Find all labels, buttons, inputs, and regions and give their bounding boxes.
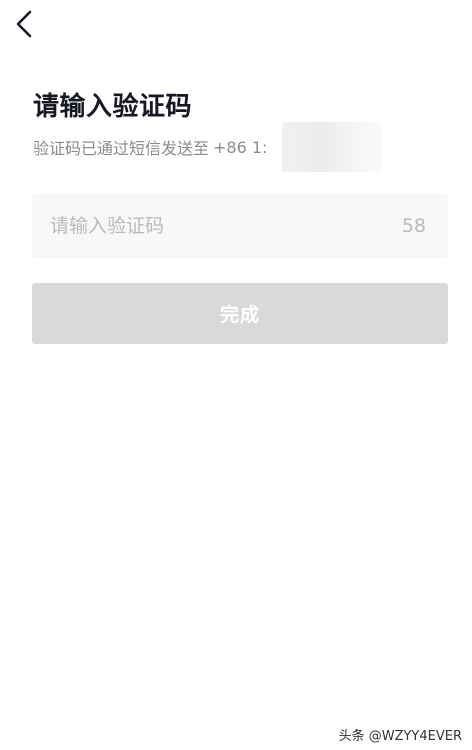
resend-countdown: 58: [401, 215, 426, 237]
watermark: 头条 @WZYY4EVER: [338, 729, 462, 744]
verification-screen: 请输入验证码 验证码已通过短信发送至 +86 1: 58 完成 头条 @WZYY…: [0, 0, 472, 750]
finish-button[interactable]: 完成: [32, 283, 448, 344]
chevron-left-icon: [16, 10, 32, 38]
sms-sent-notice: 验证码已通过短信发送至 +86 1:: [33, 136, 268, 159]
sms-sent-text: 验证码已通过短信发送至: [33, 139, 210, 158]
phone-number-mask: [282, 122, 382, 172]
verification-code-input[interactable]: [32, 193, 372, 259]
page-title: 请输入验证码: [33, 92, 193, 122]
phone-number: +86 1:: [213, 137, 268, 157]
verification-code-field: 58: [32, 193, 448, 259]
back-button[interactable]: [8, 8, 40, 40]
